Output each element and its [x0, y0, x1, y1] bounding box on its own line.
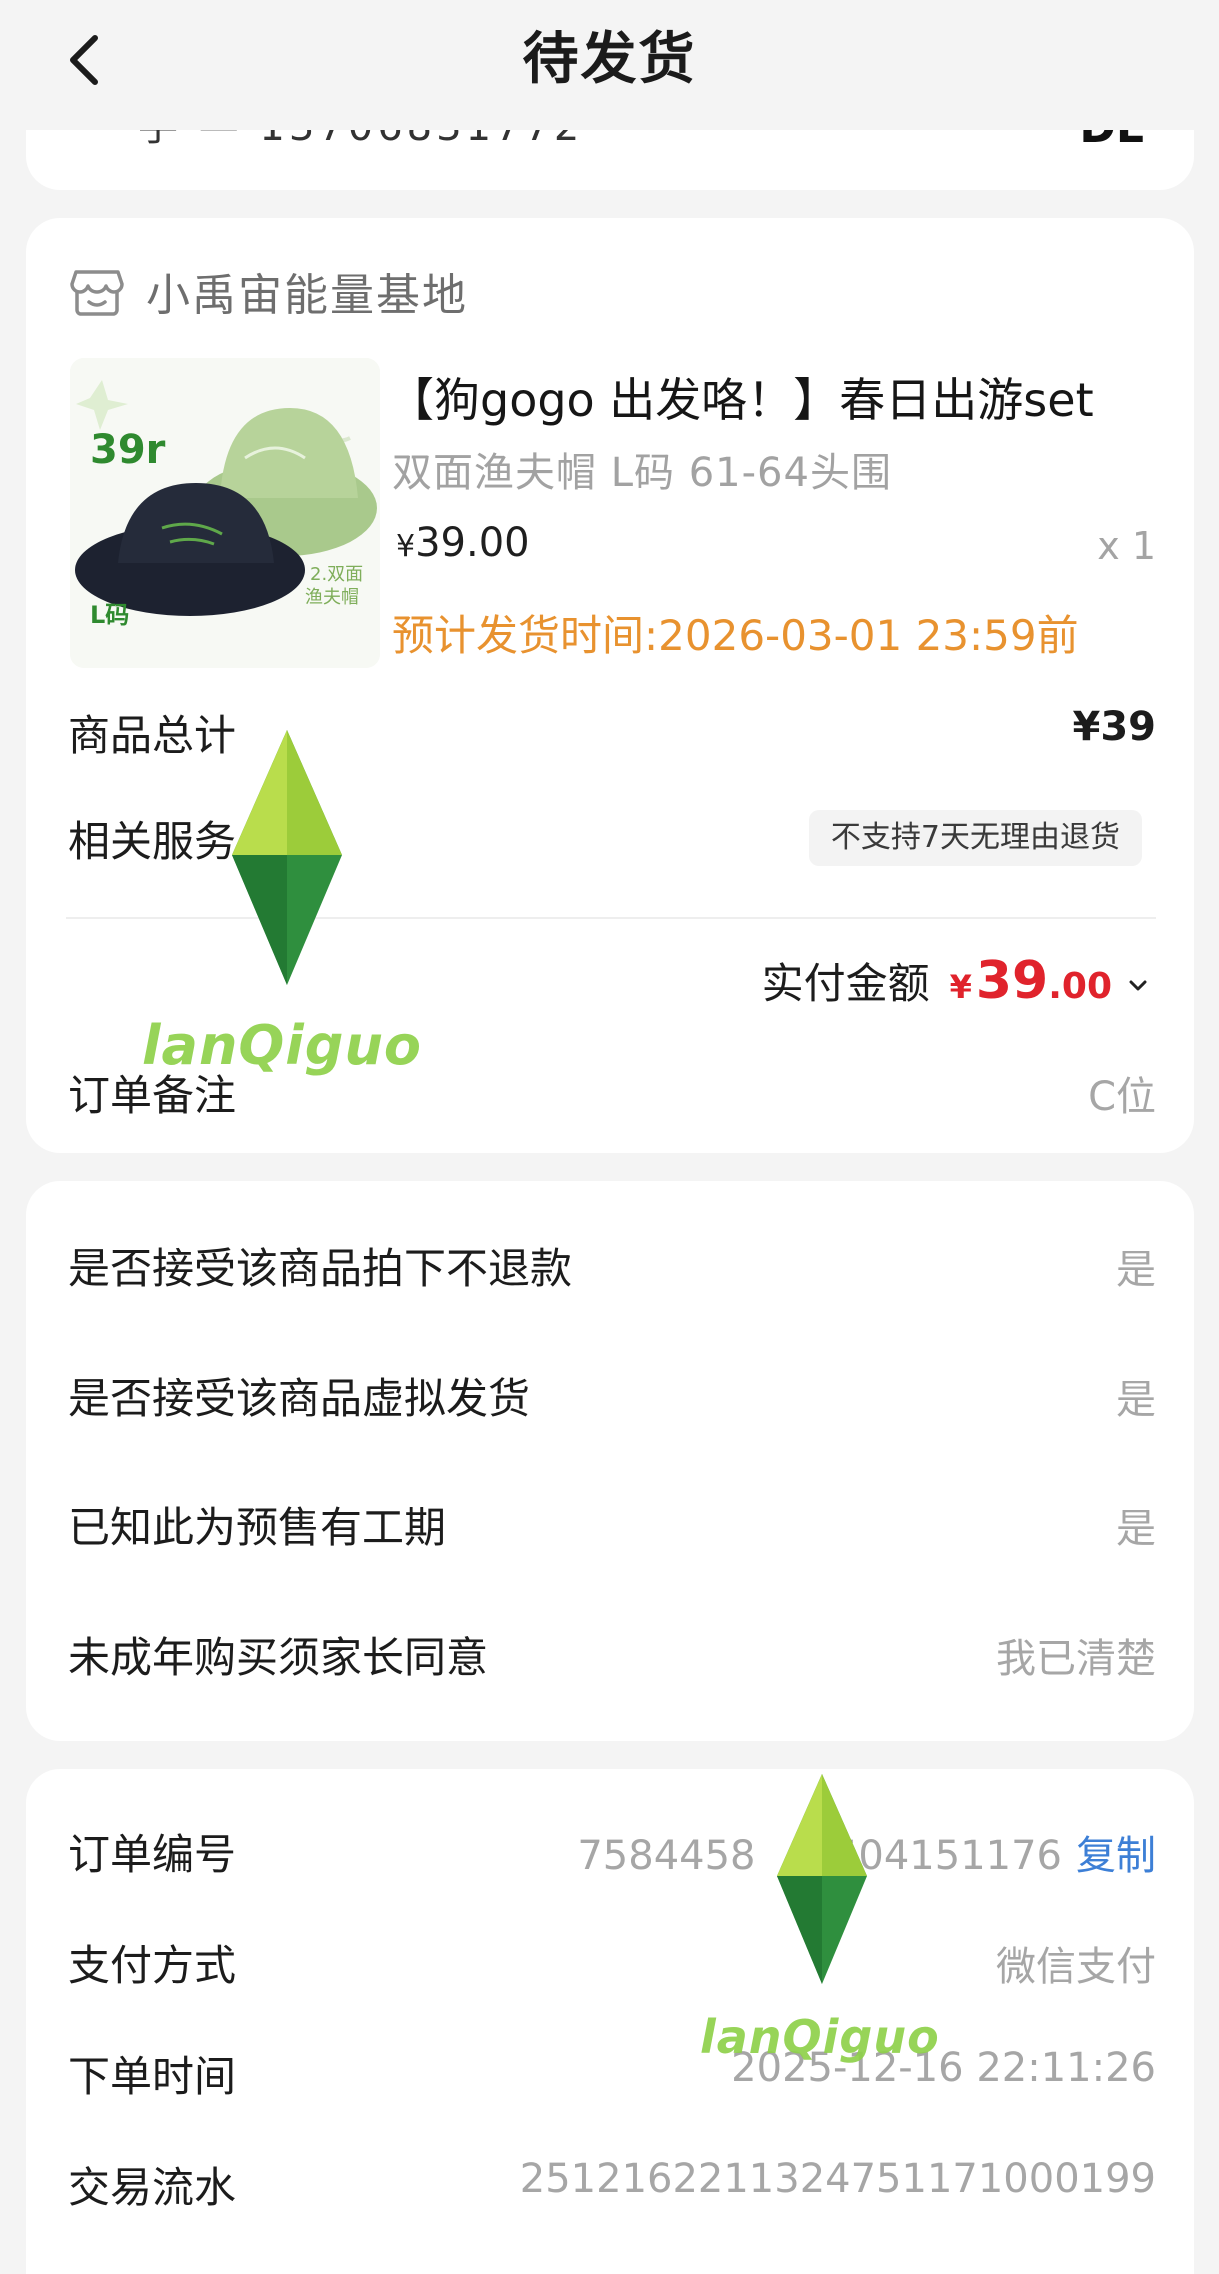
agreement-label-4: 未成年购买须家长同意: [68, 1633, 489, 1682]
shop-row[interactable]: 小禹宙能量基地: [68, 258, 468, 324]
bucket-hat-illustration: 39r L码 2.双面 渔夫帽: [70, 358, 380, 668]
trade-number-label: 交易流水: [68, 2163, 237, 2212]
agreement-value-2: 是: [1116, 1377, 1156, 1423]
copy-button[interactable]: 复制: [1076, 1833, 1156, 1879]
top-bar: 待发货: [0, 0, 1219, 130]
order-info-card: 订单编号 7584458 6504151176 复制 支付方式 微信支付 下单时间 …: [26, 1769, 1194, 2274]
price-value: 39.00: [415, 520, 530, 566]
agreements-card: 是否接受该商品拍下不退款 是 是否接受该商品虚拟发货 是 已知此为预售有工期 是…: [26, 1181, 1194, 1741]
order-time-label: 下单时间: [68, 2052, 237, 2101]
paid-currency: ¥: [949, 968, 972, 1006]
page-title: 待发货: [522, 27, 697, 92]
product-quantity: x 1: [1097, 524, 1156, 568]
image-caption-1: 2.双面: [310, 564, 363, 585]
divider: [66, 917, 1156, 919]
trade-number-value: 2512162211324751171000199: [519, 2156, 1156, 2202]
order-number-value-tail: 6504151176: [807, 1833, 1063, 1879]
image-caption-2: 渔夫帽: [305, 587, 359, 608]
estimated-ship-time: 预计发货时间:2026-03-01 23:59前: [392, 611, 1079, 660]
watermark-text-2: lanQiguo: [700, 2010, 940, 2064]
image-size-tag: L码: [90, 601, 129, 629]
order-number-value: 7584458: [577, 1833, 756, 1879]
order-number-label: 订单编号: [68, 1830, 237, 1879]
agreement-label-3: 已知此为预售有工期: [68, 1503, 447, 1552]
paid-amount-decimal: .00: [1048, 966, 1112, 1007]
agreement-value-4: 我已清楚: [996, 1636, 1156, 1682]
order-detail-page: 待发货 手 — 13706831772 DE 小禹宙能量基地: [0, 0, 1219, 2274]
product-spec: 双面渔夫帽 L码 61-64头围: [392, 450, 892, 496]
payment-method-value: 微信支付: [996, 1944, 1156, 1990]
goods-total-label: 商品总计: [68, 711, 237, 760]
watermark-text-1: lanQiguo: [142, 1014, 423, 1077]
agreement-value-1: 是: [1116, 1247, 1156, 1293]
store-icon: [70, 270, 124, 316]
order-number-row: 7584458 6504151176 复制: [577, 1823, 1156, 1881]
goods-total-value: ¥39: [1072, 704, 1157, 750]
image-price-tag: 39r: [90, 427, 166, 473]
agreement-value-3: 是: [1116, 1506, 1156, 1552]
product-image[interactable]: 39r L码 2.双面 渔夫帽: [70, 358, 380, 668]
agreement-label-2: 是否接受该商品虚拟发货: [68, 1374, 531, 1423]
payment-method-label: 支付方式: [68, 1941, 237, 1990]
paid-amount-row[interactable]: 实付金额 ¥ 39 .00: [762, 950, 1150, 1020]
paid-label: 实付金额: [761, 959, 930, 1008]
agreement-label-1: 是否接受该商品拍下不退款: [68, 1244, 573, 1293]
product-price: ¥39.00: [396, 520, 530, 566]
service-chip: 不支持7天无理由退货: [808, 810, 1142, 866]
product-card: 小禹宙能量基地 39r L码 2.双面 渔夫帽 【狗gogo 出发咯！】春日出游…: [26, 218, 1194, 1153]
service-label: 相关服务: [68, 817, 237, 866]
paid-amount-integer: 39: [975, 951, 1049, 1011]
shop-name: 小禹宙能量基地: [146, 270, 468, 321]
order-note-value: C位: [1088, 1074, 1156, 1120]
price-currency: ¥: [396, 529, 416, 564]
product-title[interactable]: 【狗gogo 出发咯！】春日出游set: [388, 364, 1168, 430]
chevron-down-icon[interactable]: [1126, 973, 1150, 997]
